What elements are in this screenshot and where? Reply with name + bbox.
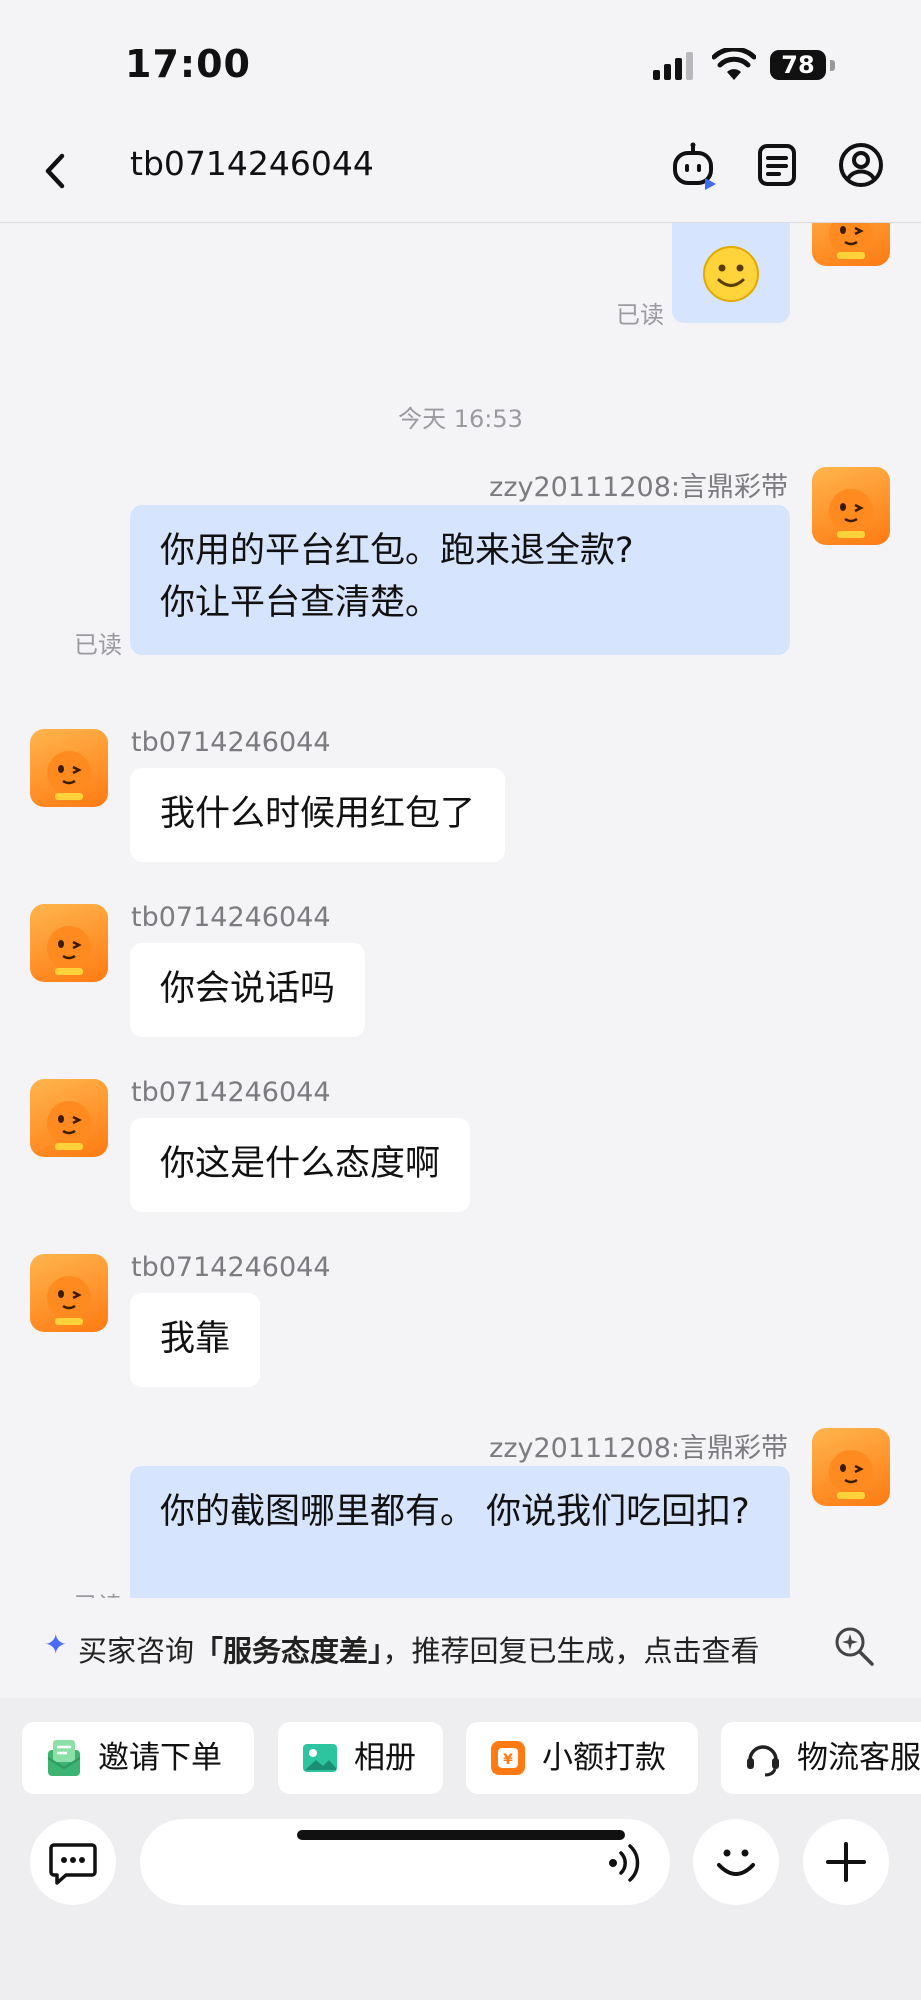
read-status: 已读: [74, 1586, 122, 1598]
emoji-button[interactable]: [693, 1819, 779, 1905]
user-icon[interactable]: [836, 140, 886, 190]
status-bar: 17:00 78: [0, 0, 921, 130]
chevron-left-icon[interactable]: [36, 146, 76, 196]
chip-label: 相册: [354, 1740, 416, 1776]
message-bubble-outgoing[interactable]: 你的截图哪里都有。 你说我们吃回扣?: [130, 1466, 790, 1598]
magnifier-icon[interactable]: [832, 1624, 876, 1668]
small-payment-button[interactable]: ¥ 小额打款: [466, 1722, 698, 1794]
plus-icon: [826, 1842, 866, 1882]
avatar[interactable]: [30, 1254, 108, 1332]
chip-label: 邀请下单: [98, 1740, 222, 1776]
quick-actions-row: 邀请下单 相册 ¥ 小额打款 物流客服: [0, 1698, 921, 1806]
smile-icon: [717, 1849, 755, 1876]
message-bubble-outgoing[interactable]: 你用的平台红包。跑来退全款? 你让平台查清楚。: [130, 505, 790, 655]
sender-name: zzy20111208:言鼎彩带: [489, 1433, 788, 1464]
avatar[interactable]: [812, 1428, 890, 1506]
avatar[interactable]: [30, 1079, 108, 1157]
read-status: 已读: [74, 631, 122, 659]
sender-name: zzy20111208:言鼎彩带: [489, 472, 788, 503]
order-list-icon[interactable]: [752, 140, 802, 190]
read-status: 已读: [616, 301, 664, 329]
home-indicator[interactable]: [297, 1830, 625, 1840]
avatar[interactable]: [812, 467, 890, 545]
nav-bar: tb0714246044: [0, 130, 921, 223]
more-button[interactable]: [803, 1819, 889, 1905]
invite-order-button[interactable]: 邀请下单: [22, 1722, 254, 1794]
message-bubble-incoming[interactable]: 你会说话吗: [130, 943, 366, 1037]
battery-indicator: 78: [770, 50, 826, 80]
svg-text:¥: ¥: [503, 1752, 513, 1768]
logistics-service-icon: [747, 1745, 779, 1777]
album-icon: [303, 1744, 337, 1772]
time-separator: 今天 16:53: [398, 405, 523, 433]
avatar[interactable]: [30, 729, 108, 807]
chip-label: 物流客服: [797, 1740, 921, 1776]
message-bubble-incoming[interactable]: 我什么时候用红包了: [130, 768, 506, 862]
message-bubble-incoming[interactable]: 你这是什么态度啊: [130, 1118, 471, 1212]
wifi-icon: [712, 48, 756, 80]
logistics-service-button[interactable]: 物流客服: [721, 1722, 921, 1794]
invite-order-icon: [47, 1740, 81, 1776]
voice-icon[interactable]: [605, 1842, 645, 1884]
payment-icon: ¥: [491, 1741, 525, 1775]
sender-name: tb0714246044: [131, 1252, 331, 1283]
ai-suggestion-text[interactable]: 买家咨询「服务态度差」，推荐回复已生成，点击查看: [78, 1628, 760, 1670]
sparkle-icon: ✦: [44, 1628, 68, 1661]
chat-bubble-icon: [49, 1843, 97, 1885]
sender-name: tb0714246044: [131, 902, 331, 933]
album-button[interactable]: 相册: [278, 1722, 443, 1794]
avatar[interactable]: [812, 223, 890, 266]
battery-cap: [830, 60, 835, 71]
quick-reply-button[interactable]: [30, 1819, 116, 1905]
signal-icon: [653, 52, 693, 80]
emoji-message[interactable]: [672, 223, 790, 323]
sender-name: tb0714246044: [131, 727, 331, 758]
message-bubble-incoming[interactable]: 我靠: [130, 1293, 261, 1387]
chat-area[interactable]: 已读 今天 16:53 zzy20111208:言鼎彩带 你用的平台红包。跑来退…: [0, 223, 921, 1598]
page-title: tb0714246044: [130, 144, 374, 183]
avatar[interactable]: [30, 904, 108, 982]
status-time: 17:00: [125, 42, 251, 86]
chip-label: 小额打款: [542, 1740, 666, 1776]
robot-icon[interactable]: [668, 140, 718, 190]
ai-suggestion-bar[interactable]: ✦ 买家咨询「服务态度差」，推荐回复已生成，点击查看: [0, 1598, 921, 1698]
smile-emoji-icon: [703, 246, 759, 302]
sender-name: tb0714246044: [131, 1077, 331, 1108]
